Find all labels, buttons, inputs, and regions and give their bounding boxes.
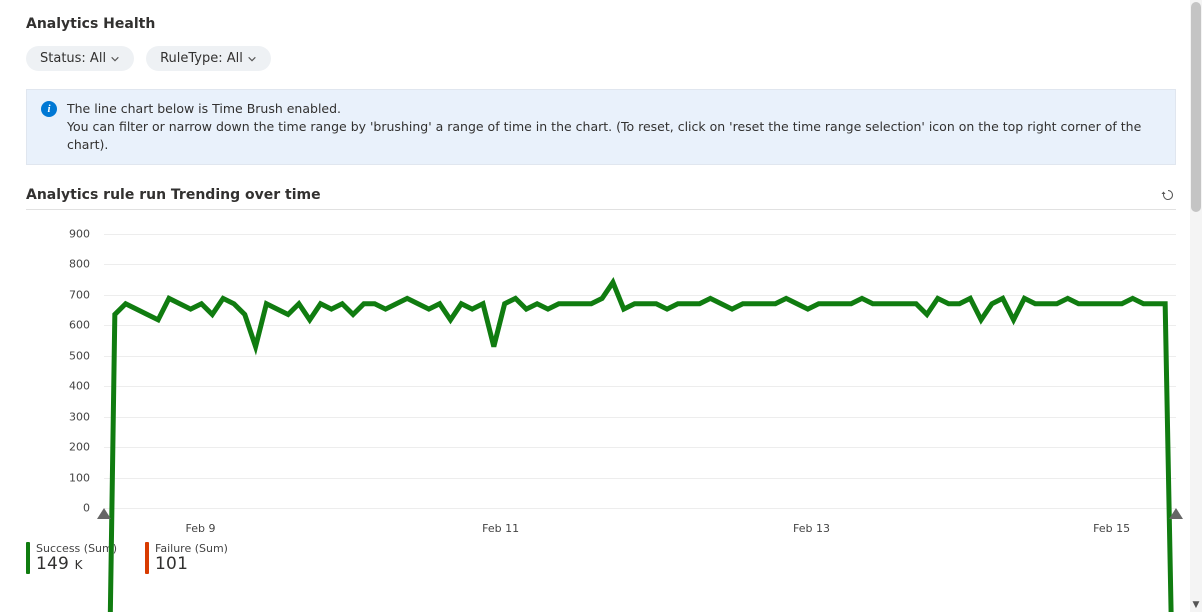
y-tick: 100 [26, 471, 96, 484]
y-tick: 500 [26, 349, 96, 362]
page-title: Analytics Health [26, 16, 1176, 32]
ruletype-filter-label: RuleType: All [160, 51, 243, 66]
brush-handle-right[interactable] [1169, 508, 1183, 519]
chart-plot[interactable] [104, 218, 1176, 612]
y-axis: 0100200300400500600700800900 [26, 218, 96, 508]
y-tick: 600 [26, 319, 96, 332]
info-line-2: You can filter or narrow down the time r… [67, 118, 1161, 154]
scroll-down-icon[interactable]: ▼ [1190, 600, 1202, 610]
x-tick: Feb 11 [482, 522, 519, 535]
legend-color-success [26, 542, 30, 574]
y-tick: 800 [26, 258, 96, 271]
y-tick: 0 [26, 502, 96, 515]
chevron-down-icon [110, 54, 120, 64]
x-tick: Feb 13 [793, 522, 830, 535]
x-tick: Feb 9 [185, 522, 215, 535]
x-axis: Feb 9 Feb 11 Feb 13 Feb 15 [104, 508, 1176, 534]
status-filter-label: Status: All [40, 51, 106, 66]
info-line-1: The line chart below is Time Brush enabl… [67, 100, 1161, 118]
filter-row: Status: All RuleType: All [26, 46, 1176, 71]
chart-area[interactable]: 0100200300400500600700800900 [26, 218, 1176, 508]
y-tick: 400 [26, 380, 96, 393]
chart-title: Analytics rule run Trending over time [26, 187, 321, 203]
vertical-scrollbar[interactable]: ▼ [1190, 0, 1202, 612]
x-tick: Feb 15 [1093, 522, 1130, 535]
brush-handle-left[interactable] [97, 508, 111, 519]
y-tick: 200 [26, 441, 96, 454]
ruletype-filter[interactable]: RuleType: All [146, 46, 271, 71]
status-filter[interactable]: Status: All [26, 46, 134, 71]
y-tick: 300 [26, 410, 96, 423]
reset-time-range-icon[interactable] [1160, 187, 1176, 203]
series-success [104, 283, 1176, 612]
scrollbar-thumb[interactable] [1191, 2, 1201, 212]
divider [26, 209, 1176, 210]
info-text: The line chart below is Time Brush enabl… [67, 100, 1161, 154]
info-banner: i The line chart below is Time Brush ena… [26, 89, 1176, 165]
chevron-down-icon [247, 54, 257, 64]
info-icon: i [41, 101, 57, 117]
y-tick: 900 [26, 227, 96, 240]
y-tick: 700 [26, 288, 96, 301]
